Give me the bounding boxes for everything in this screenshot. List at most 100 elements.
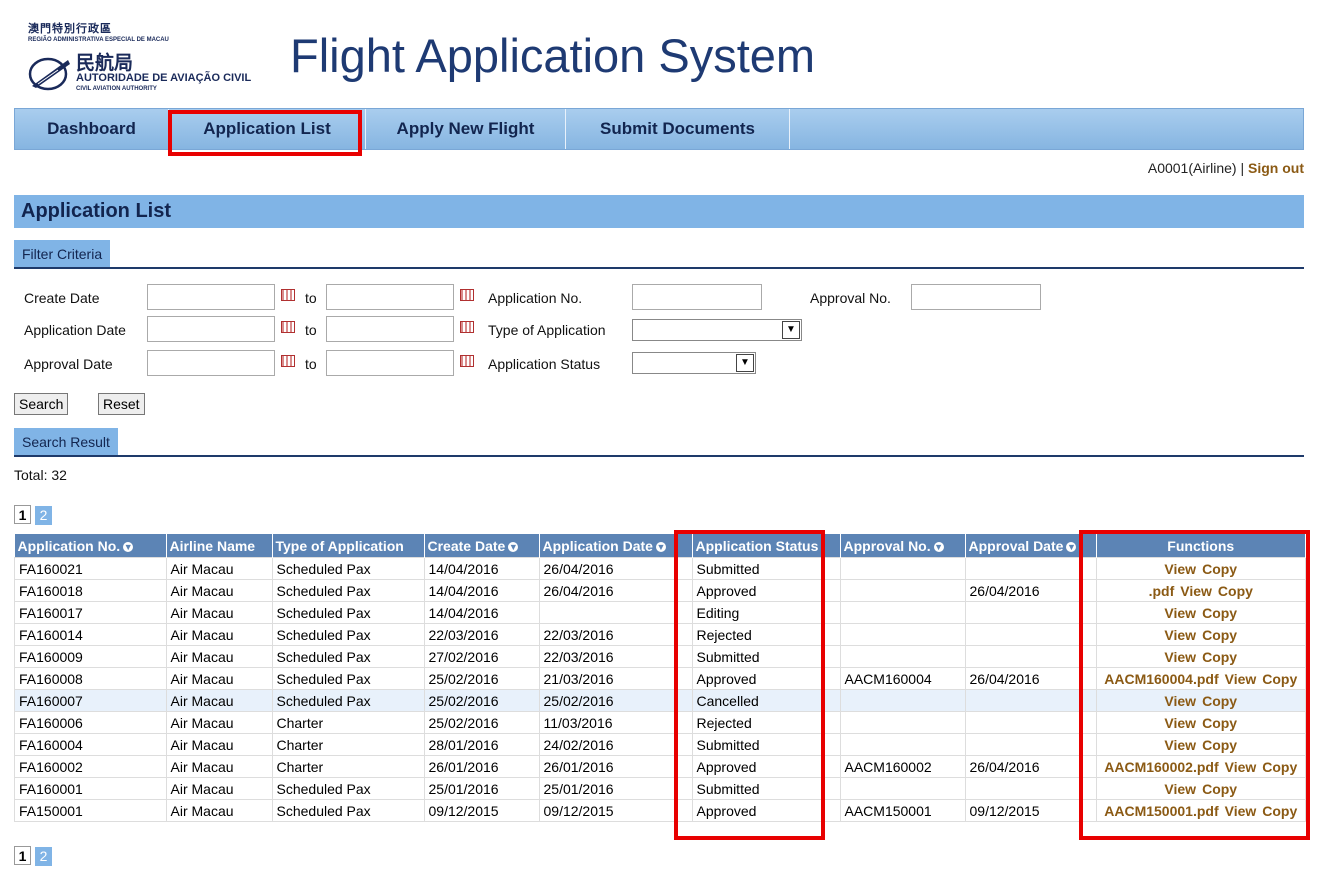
col-airline-name: Airline Name (166, 534, 273, 558)
cell-apprno (839, 557, 966, 580)
cell-apprdate (964, 711, 1097, 734)
reset-button[interactable]: Reset (98, 393, 145, 415)
approval-no-input[interactable] (911, 284, 1041, 310)
copy-link[interactable]: Copy (1262, 759, 1297, 775)
page-2[interactable]: 2 (35, 847, 52, 866)
copy-link[interactable]: Copy (1202, 627, 1237, 643)
search-result-tab[interactable]: Search Result (14, 428, 118, 456)
nav-submit-documents[interactable]: Submit Documents (566, 109, 790, 149)
view-link[interactable]: View (1164, 715, 1196, 731)
col-application-date[interactable]: Application Date ▼ (539, 534, 693, 558)
cell-create: 25/02/2016 (423, 667, 540, 690)
filter-criteria-tab[interactable]: Filter Criteria (14, 240, 111, 268)
create-date-label: Create Date (24, 290, 100, 306)
cell-appdate (538, 601, 693, 624)
view-link[interactable]: View (1164, 649, 1196, 665)
cell-app: FA160014 (14, 623, 167, 646)
create-date-from-input[interactable] (147, 284, 275, 310)
approval-date-from-input[interactable] (147, 350, 275, 376)
cell-airline: Air Macau (165, 623, 273, 646)
application-no-input[interactable] (632, 284, 762, 310)
table-row: FA160004 Air Macau Charter 28/01/2016 24/02/… (14, 733, 1306, 756)
copy-link[interactable]: Copy (1202, 781, 1237, 797)
chevron-down-icon: ▼ (736, 354, 754, 372)
col-approval-no[interactable]: Approval No. ▼ (840, 534, 966, 558)
view-link[interactable]: View (1164, 781, 1196, 797)
cell-app: FA160001 (14, 777, 167, 800)
cell-status: Submitted (691, 777, 841, 800)
cell-create: 25/01/2016 (423, 777, 540, 800)
copy-link[interactable]: Copy (1202, 693, 1237, 709)
calendar-icon[interactable] (460, 355, 474, 367)
cell-app: FA160007 (14, 689, 167, 712)
create-date-to-input[interactable] (326, 284, 454, 310)
page-1[interactable]: 1 (14, 846, 31, 865)
cell-app: FA150001 (14, 799, 167, 822)
view-link[interactable]: View (1164, 627, 1196, 643)
nav-application-list[interactable]: Application List (169, 109, 366, 149)
page-1[interactable]: 1 (14, 505, 31, 524)
copy-link[interactable]: Copy (1218, 583, 1253, 599)
view-link[interactable]: View (1180, 583, 1212, 599)
copy-link[interactable]: Copy (1262, 803, 1297, 819)
copy-link[interactable]: Copy (1202, 649, 1237, 665)
cell-functions: View Copy (1095, 689, 1306, 712)
view-link[interactable]: View (1164, 693, 1196, 709)
logo-english-name: CIVIL AVIATION AUTHORITY (76, 86, 157, 92)
type-of-application-label: Type of Application (488, 322, 606, 338)
page-2[interactable]: 2 (35, 506, 52, 525)
approval-date-to-input[interactable] (326, 350, 454, 376)
view-link[interactable]: View (1225, 671, 1257, 687)
col-application-status: Application Status (692, 534, 841, 558)
copy-link[interactable]: Copy (1262, 671, 1297, 687)
sort-icon: ▼ (655, 541, 666, 552)
calendar-icon[interactable] (460, 321, 474, 333)
col-create-date[interactable]: Create Date ▼ (424, 534, 540, 558)
cell-functions: View Copy (1095, 557, 1306, 580)
application-date-from-input[interactable] (147, 316, 275, 342)
pdf-link[interactable]: AACM150001.pdf (1104, 803, 1218, 819)
copy-link[interactable]: Copy (1202, 715, 1237, 731)
copy-link[interactable]: Copy (1202, 561, 1237, 577)
view-link[interactable]: View (1164, 737, 1196, 753)
view-link[interactable]: View (1225, 759, 1257, 775)
caa-logo: 澳門特別行政區 REGIÃO ADMINISTRATIVA ESPECIAL D… (28, 20, 268, 100)
view-link[interactable]: View (1164, 561, 1196, 577)
chevron-down-icon: ▼ (782, 321, 800, 339)
cell-type: Scheduled Pax (271, 557, 425, 580)
col-application-no[interactable]: Application No. ▼ (14, 534, 167, 558)
cell-apprdate (964, 623, 1097, 646)
pdf-link[interactable]: AACM160004.pdf (1104, 671, 1218, 687)
copy-link[interactable]: Copy (1202, 737, 1237, 753)
divider (14, 267, 1304, 269)
table-row: FA160018 Air Macau Scheduled Pax 14/04/2016… (14, 579, 1306, 602)
cell-create: 14/04/2016 (423, 601, 540, 624)
view-link[interactable]: View (1164, 605, 1196, 621)
calendar-icon[interactable] (281, 321, 295, 333)
cell-apprno: AACM160002 (839, 755, 966, 778)
table-row: FA160006 Air Macau Charter 25/02/2016 11/03/… (14, 711, 1306, 734)
cell-create: 28/01/2016 (423, 733, 540, 756)
cell-create: 22/03/2016 (423, 623, 540, 646)
cell-create: 14/04/2016 (423, 579, 540, 602)
col-approval-date[interactable]: Approval Date ▼ (965, 534, 1097, 558)
view-link[interactable]: View (1225, 803, 1257, 819)
sign-out-link[interactable]: Sign out (1248, 160, 1304, 176)
cell-functions: .pdf View Copy (1095, 579, 1306, 602)
search-button[interactable]: Search (14, 393, 69, 415)
calendar-icon[interactable] (281, 289, 295, 301)
calendar-icon[interactable] (460, 289, 474, 301)
logo-chinese-region: 澳門特別行政區 (28, 23, 112, 35)
application-date-to-input[interactable] (326, 316, 454, 342)
pdf-link[interactable]: AACM160002.pdf (1104, 759, 1218, 775)
calendar-icon[interactable] (281, 355, 295, 367)
cell-airline: Air Macau (165, 601, 273, 624)
cell-airline: Air Macau (165, 755, 273, 778)
copy-link[interactable]: Copy (1202, 605, 1237, 621)
nav-apply-new-flight[interactable]: Apply New Flight (366, 109, 566, 149)
nav-dashboard[interactable]: Dashboard (15, 109, 169, 149)
pdf-link[interactable]: .pdf (1149, 583, 1175, 599)
application-status-select[interactable]: ▼ (632, 352, 756, 374)
type-of-application-select[interactable]: ▼ (632, 319, 802, 341)
cell-functions: View Copy (1095, 601, 1306, 624)
